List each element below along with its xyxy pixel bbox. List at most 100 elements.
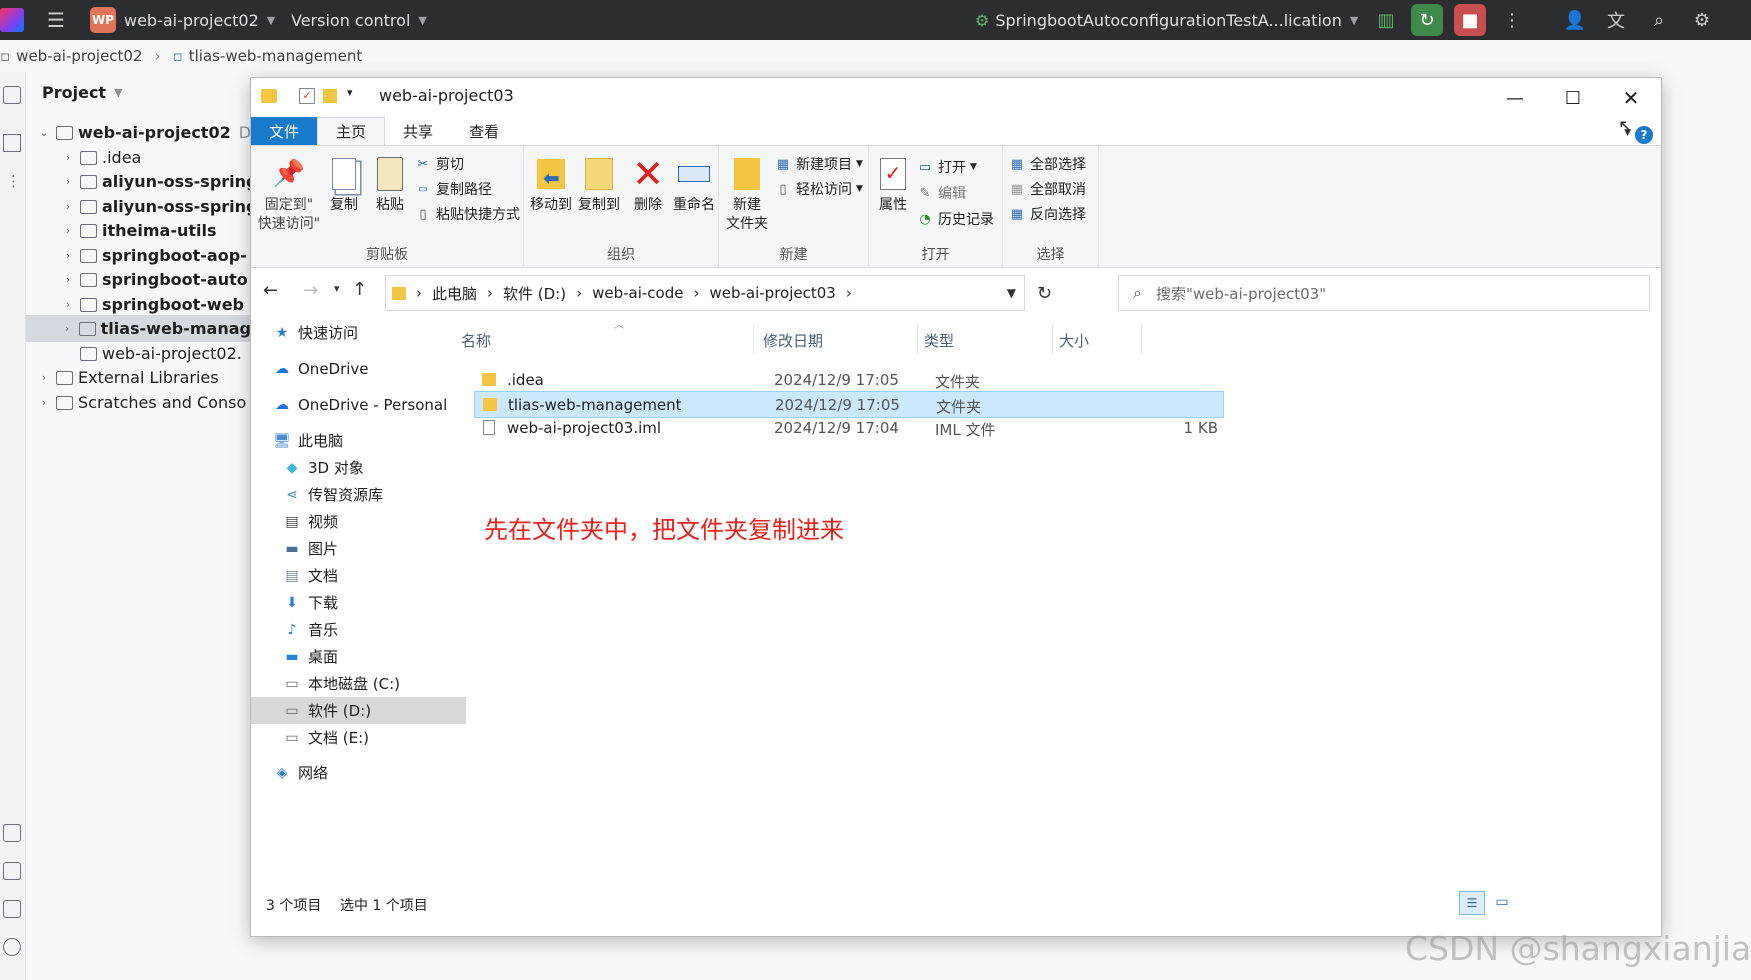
tab-view[interactable]: 查看 — [451, 117, 517, 145]
nav-item[interactable]: ⬇ 下载 — [251, 589, 338, 616]
file-row[interactable]: tlias-web-management 2024/12/9 17:05 文件夹 — [474, 391, 1224, 418]
stop-icon[interactable]: ■ — [1454, 4, 1486, 36]
column-date[interactable]: 修改日期 — [763, 330, 823, 351]
chevron-right-icon[interactable]: › — [59, 322, 75, 335]
project-selector[interactable]: WP web-ai-project02 ▼ — [90, 0, 275, 40]
paste-shortcut-button[interactable]: ▯ 粘贴快捷方式 — [415, 204, 520, 224]
chevron-right-icon[interactable]: › — [60, 249, 76, 262]
chevron-right-icon[interactable]: › — [60, 224, 76, 237]
new-item-button[interactable]: ▦ 新建项目 ▼ — [775, 154, 863, 174]
close-button[interactable]: ✕ — [1602, 78, 1660, 118]
chevron-right-icon[interactable]: › — [60, 273, 76, 286]
nav-item[interactable]: ★ 快速访问 — [251, 319, 358, 346]
history-button[interactable]: ◔ 历史记录 — [917, 209, 994, 229]
project-tree-item[interactable]: › springboot-auto — [26, 266, 248, 293]
cut-button[interactable]: ✂ 剪切 — [415, 154, 464, 174]
tab-share[interactable]: 共享 — [385, 117, 451, 145]
breadcrumb-item-project[interactable]: web-ai-project02 — [16, 47, 142, 65]
project-tree-item[interactable]: › itheima-utils — [26, 217, 217, 244]
breadcrumb-item-module[interactable]: tlias-web-management — [189, 47, 363, 65]
nav-item[interactable]: ▬ 桌面 — [251, 643, 338, 670]
large-icons-view-icon[interactable]: ▭ — [1489, 891, 1515, 915]
nav-item[interactable]: ▭ 本地磁盘 (C:) — [251, 670, 400, 697]
settings-gear-icon[interactable]: ⚙ — [1690, 8, 1714, 32]
nav-item[interactable]: ☁ OneDrive — [251, 355, 369, 382]
address-dropdown-icon[interactable]: ▼ — [1007, 286, 1016, 300]
terminal-tool-icon[interactable] — [3, 824, 21, 842]
minimize-button[interactable]: — — [1486, 78, 1544, 118]
rename-button[interactable]: 重命名 — [670, 154, 718, 215]
chevron-right-icon[interactable]: › — [36, 396, 52, 409]
address-bar[interactable]: › 此电脑 › 软件 (D:) › web-ai-code › web-ai-p… — [385, 275, 1052, 311]
tab-home[interactable]: 主页 — [317, 117, 386, 145]
quick-folder-icon[interactable] — [323, 89, 337, 103]
project-tree-item[interactable]: › aliyun-oss-spring — [26, 193, 251, 220]
nav-item[interactable]: 🖥 此电脑 — [251, 427, 343, 454]
problems-tool-icon[interactable] — [3, 938, 21, 956]
project-tree-item[interactable]: › aliyun-oss-spring — [26, 168, 251, 195]
address-segment-this-pc[interactable]: 此电脑 — [432, 283, 477, 304]
open-button[interactable]: ▭ 打开 ▼ — [917, 157, 977, 177]
chevron-right-icon[interactable]: › — [60, 200, 76, 213]
nav-item[interactable]: ♪ 音乐 — [251, 616, 338, 643]
address-segment-project[interactable]: web-ai-project03 — [709, 284, 835, 302]
add-user-icon[interactable]: 👤 — [1563, 8, 1587, 32]
recent-locations-icon[interactable]: ▾ — [334, 282, 340, 295]
column-divider[interactable] — [1141, 324, 1142, 354]
more-icon[interactable]: ⋮ — [1500, 8, 1524, 32]
invert-selection-button[interactable]: ▦ 反向选择 — [1009, 204, 1086, 224]
rerun-icon[interactable]: ↻ — [1411, 4, 1443, 36]
refresh-icon[interactable]: ↻ — [1024, 276, 1064, 310]
chevron-right-icon[interactable]: › — [60, 151, 76, 164]
copy-path-button[interactable]: ▭ 复制路径 — [415, 179, 492, 199]
details-view-icon[interactable]: ☰ — [1459, 891, 1485, 915]
up-arrow-icon[interactable]: ↑ — [352, 279, 367, 300]
translate-icon[interactable]: 文 — [1604, 8, 1628, 32]
project-tree-item[interactable]: › .idea — [26, 144, 142, 171]
nav-item[interactable]: ▭ 软件 (D:) — [251, 697, 466, 724]
project-tree-item[interactable]: › Scratches and Conso — [26, 389, 246, 416]
easy-access-button[interactable]: ▯ 轻松访问 ▼ — [775, 179, 863, 199]
pin-quick-access-button[interactable]: 📌 固定到" 快速访问" — [257, 154, 321, 234]
column-divider[interactable] — [753, 324, 754, 354]
project-tree-item[interactable]: web-ai-project02. — [26, 340, 242, 367]
address-segment-drive-d[interactable]: 软件 (D:) — [503, 283, 566, 304]
forward-arrow-icon[interactable]: → — [303, 280, 318, 301]
new-folder-button[interactable]: 新建 文件夹 — [723, 154, 771, 234]
project-tree-item[interactable]: › tlias-web-manag — [26, 315, 251, 342]
nav-item[interactable]: ◆ 3D 对象 — [251, 454, 364, 481]
edit-button[interactable]: ✎ 编辑 — [917, 183, 966, 203]
run-tool-icon[interactable] — [3, 862, 21, 880]
file-row[interactable]: .idea 2024/12/9 17:05 文件夹 — [474, 367, 1224, 394]
project-tree-item[interactable]: › springboot-aop- — [26, 242, 247, 269]
project-tree-item[interactable]: ⌄ web-ai-project02 D — [26, 119, 251, 146]
nav-item[interactable]: ▭ 文档 (E:) — [251, 724, 369, 751]
column-name[interactable]: 名称 — [461, 330, 491, 351]
qat-dropdown-icon[interactable]: ▾ — [347, 86, 353, 99]
column-divider[interactable] — [1052, 324, 1053, 354]
help-icon[interactable]: ? — [1635, 126, 1653, 144]
nav-item[interactable]: ◈ 网络 — [251, 759, 328, 786]
select-all-button[interactable]: ▦ 全部选择 — [1009, 154, 1086, 174]
nav-item[interactable]: ▤ 文档 — [251, 562, 338, 589]
paste-button[interactable]: 粘贴 — [369, 154, 411, 215]
chevron-down-icon[interactable]: ⌄ — [36, 126, 52, 139]
select-none-button[interactable]: ▦ 全部取消 — [1009, 179, 1086, 199]
more-tools-icon[interactable]: ⋮ — [6, 172, 21, 190]
hamburger-menu-icon[interactable]: ☰ — [44, 8, 68, 32]
move-to-button[interactable]: ⬅ 移动到 — [528, 154, 574, 215]
structure-tool-icon[interactable] — [3, 134, 21, 152]
search-box[interactable]: ⌕ 搜索"web-ai-project03" — [1118, 275, 1650, 311]
chevron-right-icon[interactable]: › — [60, 298, 76, 311]
copy-to-button[interactable]: 复制到 — [576, 154, 622, 215]
project-tool-icon[interactable] — [3, 86, 21, 104]
column-type[interactable]: 类型 — [924, 330, 954, 351]
console-tool-icon[interactable] — [3, 900, 21, 918]
nav-item[interactable]: ☁ OneDrive - Personal — [251, 391, 447, 418]
nav-item[interactable]: ▤ 视频 — [251, 508, 338, 535]
copy-button[interactable]: 复制 — [323, 154, 365, 215]
address-segment-web-ai-code[interactable]: web-ai-code — [592, 284, 683, 302]
maximize-button[interactable]: ☐ — [1544, 78, 1602, 118]
version-control-menu[interactable]: Version control ▼ — [291, 0, 427, 40]
project-tree-item[interactable]: › springboot-web — [26, 291, 244, 318]
